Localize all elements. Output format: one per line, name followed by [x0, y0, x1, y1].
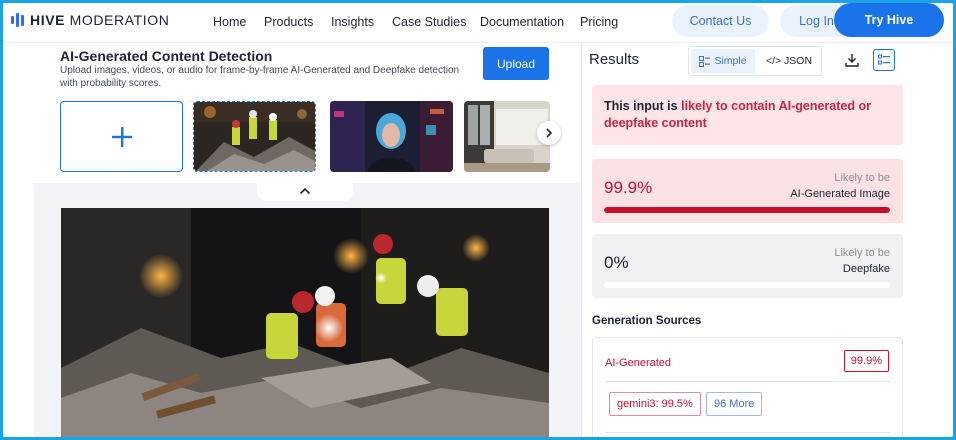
- score-kind-ai: AI-Generated Image: [790, 188, 890, 200]
- preview-image: [61, 208, 549, 437]
- neon-portrait-image: [330, 101, 453, 172]
- nav-link-pricing[interactable]: Pricing: [580, 15, 640, 29]
- logo-bold: HIVE: [30, 12, 66, 28]
- logo-rest: MODERATION: [65, 12, 170, 28]
- top-nav: HIVE MODERATION Home Products Insights C…: [3, 3, 953, 43]
- plus-icon: [111, 126, 132, 147]
- hive-logo[interactable]: HIVE MODERATION: [11, 12, 169, 28]
- score-kind-deepfake: Deepfake: [842, 263, 890, 275]
- browser-frame: HIVE MODERATION Home Products Insights C…: [3, 3, 953, 437]
- nav-link-case-studies[interactable]: Case Studies: [392, 15, 480, 29]
- score-value-ai: 99.9%: [604, 178, 653, 197]
- top-source-tag: gemini3: 99.5%: [609, 392, 701, 416]
- detector-description: Upload images, videos, or audio for fram…: [60, 65, 460, 89]
- download-icon[interactable]: [845, 53, 859, 67]
- nav-link-home[interactable]: Home: [213, 15, 264, 29]
- chevron-right-icon: [546, 128, 553, 138]
- generation-separator-2: [605, 432, 891, 433]
- contact-us-button[interactable]: Contact Us: [672, 5, 769, 37]
- score-value-deepfake: 0%: [604, 253, 629, 272]
- verdict-prefix: This input is: [604, 99, 682, 113]
- results-title: Results: [589, 51, 640, 68]
- nav-link-insights[interactable]: Insights: [331, 15, 392, 29]
- score-card-deepfake: 0% Likely to be Deepfake: [592, 234, 903, 298]
- details-view-button[interactable]: [873, 49, 895, 71]
- more-sources-button[interactable]: 96 More: [706, 392, 763, 416]
- chevron-up-icon: [299, 187, 311, 195]
- nav-links: Home Products Insights Case Studies Docu…: [213, 15, 640, 29]
- toggle-json-button[interactable]: </> JSON: [759, 49, 819, 73]
- score-bar-deepfake: [604, 282, 890, 288]
- generation-separator: [605, 381, 891, 382]
- score-bar-ai: [604, 207, 890, 213]
- generation-sources-box: AI-Generated 99.9% gemini3: 99.5% 96 Mor…: [592, 337, 903, 437]
- try-hive-button[interactable]: Try Hive: [834, 3, 944, 37]
- list-view-icon: [699, 55, 711, 67]
- collapse-button[interactable]: [257, 181, 353, 201]
- toggle-simple-button[interactable]: Simple: [691, 49, 755, 73]
- detector-title: AI-Generated Content Detection: [60, 48, 273, 64]
- nav-link-documentation[interactable]: Documentation: [480, 15, 580, 29]
- nav-link-products[interactable]: Products: [264, 15, 331, 29]
- toggle-simple-label: Simple: [714, 55, 747, 67]
- score-bar-fill-ai: [604, 207, 890, 213]
- thumbnail-neon-portrait[interactable]: [330, 101, 453, 172]
- rescue-scene-image: [61, 208, 549, 437]
- upload-button[interactable]: Upload: [483, 47, 549, 80]
- thumbnail-rubble-rescue[interactable]: [193, 101, 316, 172]
- results-panel: Results Simple </> JSON This input is li…: [582, 43, 953, 437]
- verdict-banner: This input is likely to contain AI-gener…: [592, 85, 903, 145]
- generation-pct-badge: 99.9%: [843, 350, 889, 372]
- details-list-icon: [878, 54, 890, 65]
- rubble-rescue-image: [194, 102, 315, 171]
- add-media-button[interactable]: [60, 101, 183, 172]
- score-likely-ai: Likely to be: [834, 172, 890, 184]
- generation-label: AI-Generated: [605, 357, 672, 369]
- view-toggle: Simple </> JSON: [688, 46, 822, 76]
- carousel-next-button[interactable]: [537, 121, 561, 145]
- score-likely-deepfake: Likely to be: [834, 247, 890, 259]
- score-card-ai-generated: 99.9% Likely to be AI-Generated Image: [592, 159, 903, 223]
- detector-panel: AI-Generated Content Detection Upload im…: [3, 43, 581, 437]
- hive-logo-icon: [11, 13, 24, 27]
- generation-sources-title: Generation Sources: [592, 315, 702, 327]
